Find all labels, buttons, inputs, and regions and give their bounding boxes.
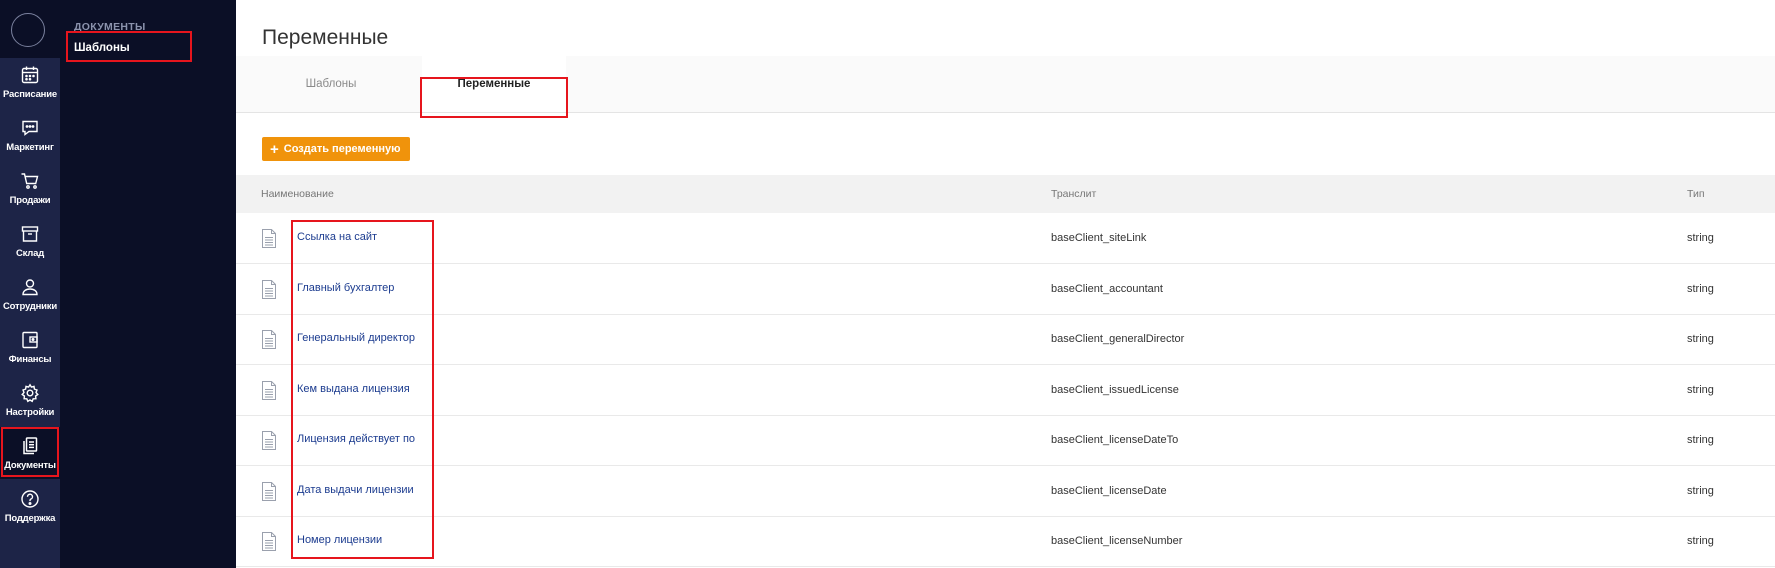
sidebar-item-marketing[interactable]: Маркетинг [0,109,60,161]
variable-type: string [1687,535,1714,547]
table-header: Наименование Транслит Тип [236,175,1775,213]
variable-name-link[interactable]: Ссылка на сайт [297,231,377,243]
variable-name-link[interactable]: Главный бухгалтер [297,282,394,294]
sidebar-item-label: Поддержка [4,512,56,524]
sidebar-item-label: Склад [15,247,45,259]
variable-translit: baseClient_accountant [1051,282,1163,295]
avatar[interactable] [11,13,45,47]
page-title: Переменные [262,26,389,49]
sidebar-rail: Расписание Маркетинг Продажи Склад Сотру… [0,0,60,568]
variable-translit: baseClient_licenseNumber [1051,535,1183,547]
sidebar-item-label: Продажи [9,194,51,206]
variable-translit: baseClient_siteLink [1051,232,1147,244]
create-variable-button[interactable]: + Создать переменную [262,137,410,161]
sidebar-item-settings[interactable]: Настройки [0,374,60,426]
table-row[interactable]: Кем выдана лицензия baseClient_issuedLice… [236,365,1775,416]
cart-icon [21,172,39,189]
sidebar-item-label: Сотрудники [2,300,57,312]
sidebar-item-schedule[interactable]: Расписание [0,56,60,108]
column-header-translit[interactable]: Транслит [1051,188,1096,200]
sidebar-item-employees[interactable]: Сотрудники [0,268,60,320]
sidebar-item-label: Маркетинг [6,141,54,153]
table-row[interactable]: Номер лицензии baseClient_licenseNumber st… [236,516,1775,567]
document-icon [262,481,276,501]
box-icon [21,225,39,242]
wallet-icon [22,331,38,348]
gear-icon [21,382,39,402]
column-header-name[interactable]: Наименование [261,188,334,200]
document-icon [262,330,276,349]
message-icon [22,120,38,136]
document-icon [262,279,276,299]
variable-translit: baseClient_licenseDate [1051,484,1167,497]
document-icon [262,431,276,450]
document-icon [262,229,276,248]
calendar-icon [21,66,39,83]
main-content: Переменные Шаблоны Переменные + Создать … [236,0,1775,568]
variable-type: string [1687,333,1714,345]
sidebar-item-label: Настройки [5,406,55,418]
submenu-title: ДОКУМЕНТЫ [74,21,146,33]
column-header-type[interactable]: Тип [1687,188,1705,200]
variable-name-link[interactable]: Дата выдачи лицензии [297,484,414,496]
submenu-panel: ДОКУМЕНТЫ Шаблоны [60,0,236,568]
table-row[interactable]: Генеральный директор baseClient_generalDi… [236,314,1775,365]
sidebar-item-finance[interactable]: Финансы [0,321,60,373]
variable-name-link[interactable]: Лицензия действует по [297,433,415,445]
table-row[interactable]: Ссылка на сайт baseClient_siteLink string [236,213,1775,264]
sidebar-item-label: Финансы [8,353,52,365]
plus-icon: + [270,140,279,158]
variable-translit: baseClient_licenseDateTo [1051,434,1179,446]
variable-type: string [1687,434,1714,446]
tabs-bar: Шаблоны Переменные [236,56,1775,113]
table-row[interactable]: Главный бухгалтер baseClient_accountant st… [236,264,1775,315]
variable-type: string [1687,484,1714,497]
variable-name-link[interactable]: Кем выдана лицензия [297,383,410,395]
table-row[interactable]: Дата выдачи лицензии baseClient_licenseDa… [236,466,1775,517]
create-variable-label: Создать переменную [283,143,401,155]
document-icon [262,532,276,551]
tab-variables[interactable]: Переменные [422,56,566,112]
variable-type: string [1687,383,1714,396]
sidebar-item-support[interactable]: Поддержка [0,480,60,532]
document-icon [262,380,276,400]
variable-type: string [1687,232,1714,244]
variable-translit: baseClient_generalDirector [1051,333,1185,345]
user-icon [22,278,38,295]
variable-name-link[interactable]: Генеральный директор [297,332,415,344]
variable-type: string [1687,282,1714,295]
sidebar-item-label: Документы [4,459,56,471]
sidebar-item-label: Расписание [3,88,57,100]
sidebar-item-sales[interactable]: Продажи [0,162,60,214]
submenu-item-templates[interactable]: Шаблоны [74,42,130,54]
rail-header [0,0,60,58]
variable-translit: baseClient_issuedLicense [1051,383,1179,396]
sidebar-item-warehouse[interactable]: Склад [0,215,60,267]
help-icon [21,489,39,508]
documents-icon [23,436,38,454]
variable-name-link[interactable]: Номер лицензии [297,534,382,546]
tab-templates[interactable]: Шаблоны [266,56,396,112]
table-row[interactable]: Лицензия действует по baseClient_licenseD… [236,415,1775,466]
sidebar-item-documents[interactable]: Документы [0,427,60,479]
